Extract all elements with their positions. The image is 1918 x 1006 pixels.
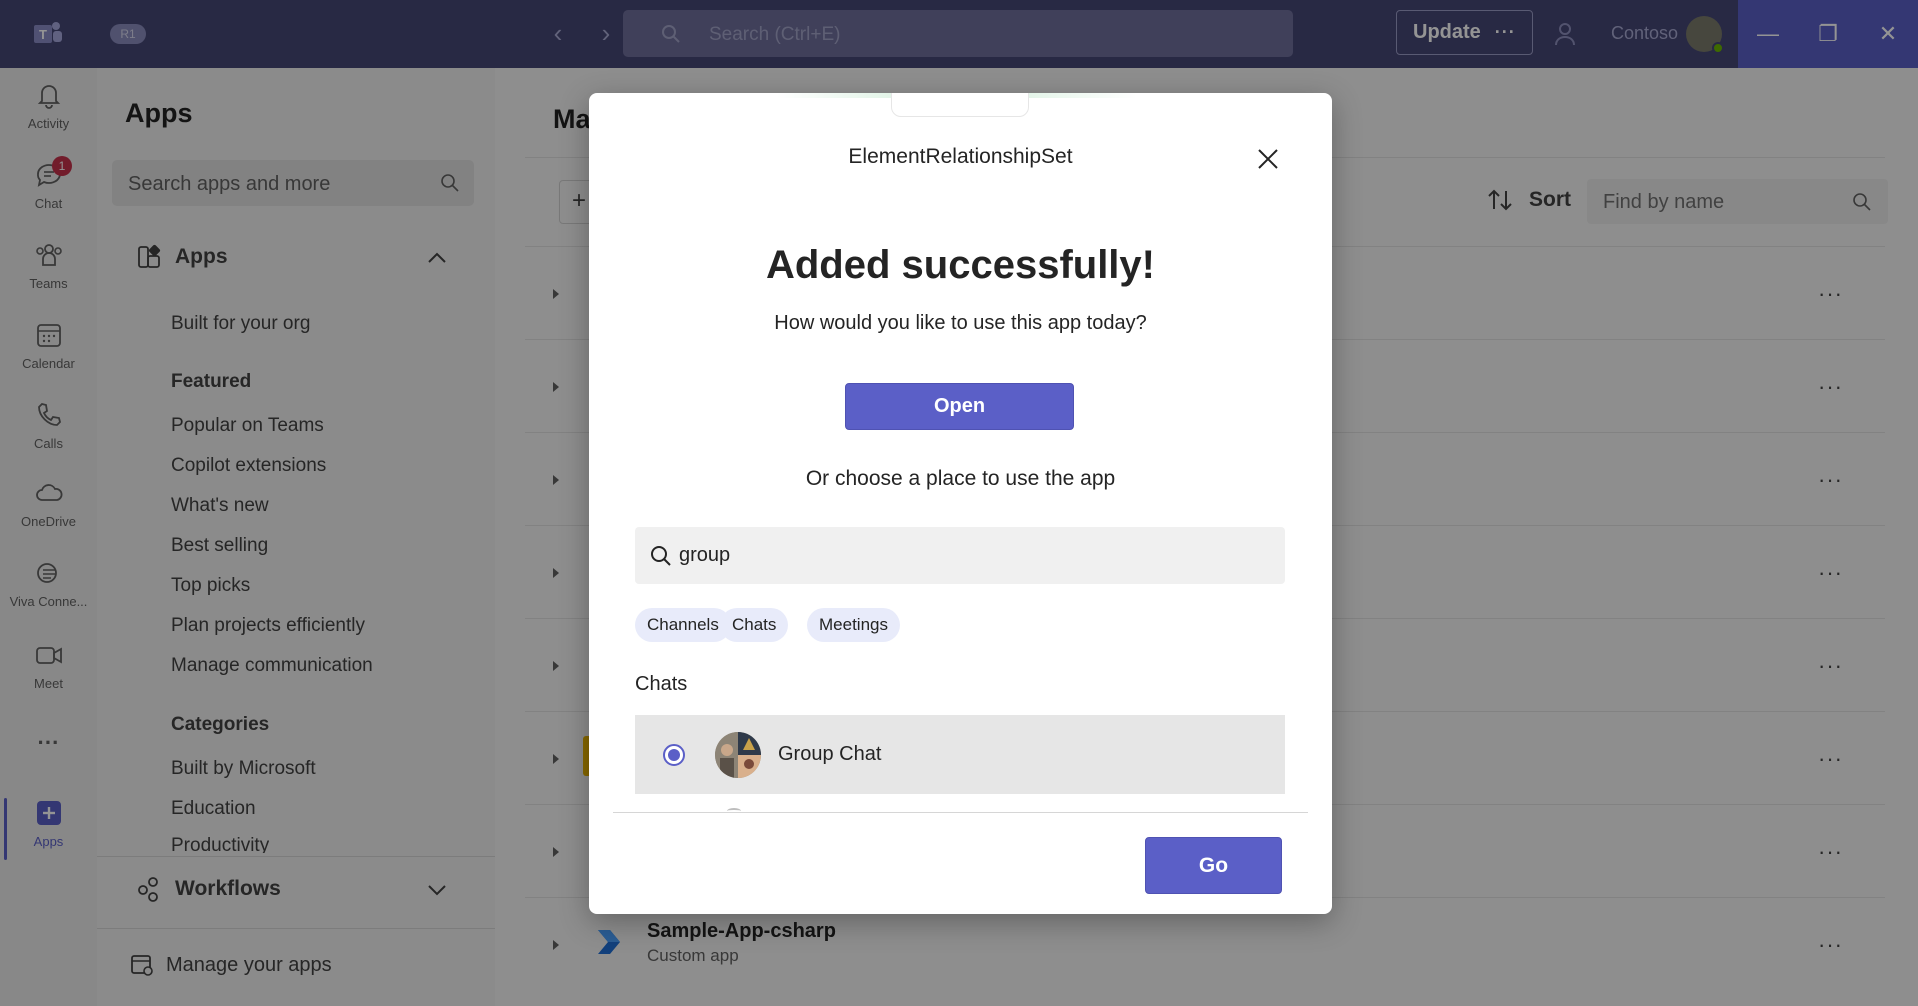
place-search-input[interactable] — [679, 539, 1259, 571]
selected-radio[interactable] — [663, 744, 685, 766]
filter-pill-chats[interactable]: Chats — [720, 608, 789, 642]
filter-pill-channels[interactable]: Channels — [635, 608, 731, 642]
chat-name: Group Chat — [778, 743, 882, 765]
go-button[interactable]: Go — [1145, 837, 1282, 894]
app-icon-tab — [891, 93, 1029, 117]
success-subheading: How would you like to use this app today… — [774, 312, 1147, 334]
choose-place-label: Or choose a place to use the app — [805, 467, 1116, 490]
close-icon[interactable] — [1254, 145, 1282, 173]
dialog-title: ElementRelationshipSet — [848, 145, 1073, 168]
results-section-label: Chats — [635, 673, 688, 695]
group-chat-avatar — [715, 732, 761, 778]
place-search-field[interactable] — [635, 527, 1285, 584]
open-button[interactable]: Open — [845, 383, 1074, 430]
app-added-dialog: ElementRelationshipSet Added successfull… — [589, 93, 1332, 914]
chat-result-item[interactable]: Group Chat — [635, 715, 1285, 794]
next-item-peek — [727, 808, 741, 814]
success-heading: Added successfully! — [765, 243, 1155, 287]
filter-pill-meetings[interactable]: Meetings — [807, 608, 900, 642]
divider — [613, 812, 1308, 813]
search-icon — [651, 546, 671, 566]
